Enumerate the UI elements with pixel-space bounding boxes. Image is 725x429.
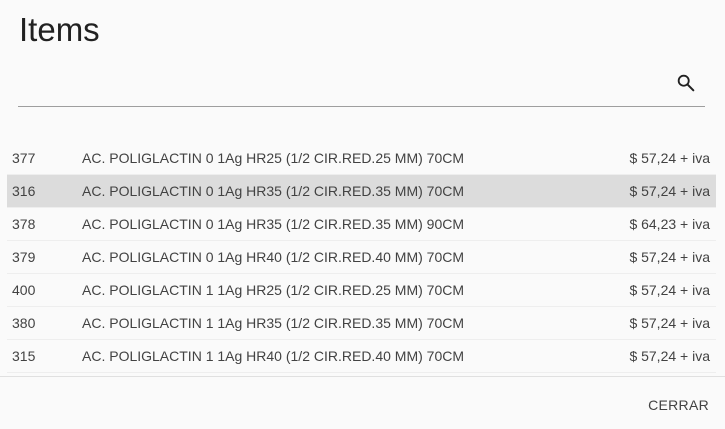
item-code: 316 (12, 183, 36, 199)
footer-divider (0, 376, 725, 377)
list-item[interactable]: 316 AC. POLIGLACTIN 0 1Ag HR35 (1/2 CIR.… (7, 175, 716, 208)
item-price: $ 57,24 + iva (629, 315, 710, 331)
item-description: AC. POLIGLACTIN 1 1Ag HR40 (1/2 CIR.RED.… (82, 348, 464, 364)
list-item[interactable]: 378 AC. POLIGLACTIN 0 1Ag HR35 (1/2 CIR.… (7, 208, 716, 241)
list-item[interactable]: 379 AC. POLIGLACTIN 0 1Ag HR40 (1/2 CIR.… (7, 241, 716, 274)
item-description: AC. POLIGLACTIN 0 1Ag HR35 (1/2 CIR.RED.… (82, 216, 464, 232)
list-item[interactable]: 400 AC. POLIGLACTIN 1 1Ag HR25 (1/2 CIR.… (7, 274, 716, 307)
item-code: 378 (12, 216, 36, 232)
item-code: 400 (12, 282, 36, 298)
item-price: $ 64,23 + iva (629, 216, 710, 232)
item-description: AC. POLIGLACTIN 1 1Ag HR35 (1/2 CIR.RED.… (82, 315, 464, 331)
items-list: 377 AC. POLIGLACTIN 0 1Ag HR25 (1/2 CIR.… (7, 142, 716, 373)
item-price: $ 57,24 + iva (629, 348, 710, 364)
item-code: 380 (12, 315, 36, 331)
close-button[interactable]: CERRAR (640, 390, 717, 420)
list-item[interactable]: 377 AC. POLIGLACTIN 0 1Ag HR25 (1/2 CIR.… (7, 142, 716, 175)
search-icon[interactable] (675, 72, 697, 94)
item-code: 377 (12, 150, 36, 166)
item-price: $ 57,24 + iva (629, 282, 710, 298)
item-description: AC. POLIGLACTIN 0 1Ag HR35 (1/2 CIR.RED.… (82, 183, 464, 199)
search-field (18, 62, 705, 107)
dialog-title: Items (19, 11, 100, 48)
search-input[interactable] (18, 70, 662, 100)
list-item[interactable]: 380 AC. POLIGLACTIN 1 1Ag HR35 (1/2 CIR.… (7, 307, 716, 340)
items-dialog: Items 377 AC. POLIGLACTIN 0 1Ag HR25 (1/… (0, 0, 725, 429)
item-code: 315 (12, 348, 36, 364)
item-price: $ 57,24 + iva (629, 150, 710, 166)
item-description: AC. POLIGLACTIN 0 1Ag HR25 (1/2 CIR.RED.… (82, 150, 464, 166)
item-price: $ 57,24 + iva (629, 183, 710, 199)
item-description: AC. POLIGLACTIN 1 1Ag HR25 (1/2 CIR.RED.… (82, 282, 464, 298)
item-code: 379 (12, 249, 36, 265)
list-item[interactable]: 315 AC. POLIGLACTIN 1 1Ag HR40 (1/2 CIR.… (7, 340, 716, 373)
item-description: AC. POLIGLACTIN 0 1Ag HR40 (1/2 CIR.RED.… (82, 249, 464, 265)
item-price: $ 57,24 + iva (629, 249, 710, 265)
